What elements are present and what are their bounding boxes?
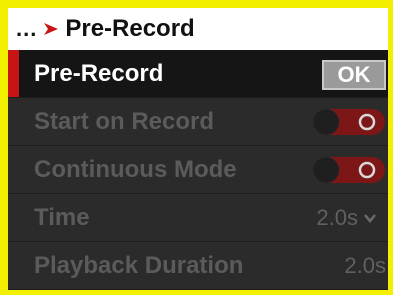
selection-accent <box>8 50 19 97</box>
breadcrumb-back[interactable]: ... <box>16 16 37 42</box>
menu-row-continuous-mode[interactable]: Continuous Mode <box>8 146 388 194</box>
ok-button[interactable]: OK <box>322 60 386 90</box>
menu-row-time[interactable]: Time 2.0s <box>8 194 388 242</box>
row-label: Continuous Mode <box>34 155 237 183</box>
row-label: Playback Duration <box>34 251 244 279</box>
menu-row-start-on-record[interactable]: Start on Record <box>8 98 388 146</box>
menu-row-playback-duration[interactable]: Playback Duration 2.0s <box>8 242 388 290</box>
time-value: 2.0s <box>316 204 358 230</box>
row-label: Pre-Record <box>34 59 164 87</box>
time-dropdown[interactable]: 2.0s <box>316 205 376 231</box>
chevron-down-icon <box>364 213 376 223</box>
start-on-record-toggle[interactable] <box>312 108 386 136</box>
menu-row-pre-record[interactable]: Pre-Record OK <box>8 50 388 98</box>
continuous-mode-toggle[interactable] <box>312 156 386 184</box>
chevron-right-icon <box>43 21 59 37</box>
row-label: Start on Record <box>34 107 215 135</box>
row-label: Time <box>34 203 90 231</box>
menu-header: ... Pre-Record <box>8 8 388 50</box>
playback-duration-value: 2.0s <box>344 252 386 278</box>
page-title: Pre-Record <box>65 15 195 42</box>
pre-record-menu: ... Pre-Record Pre-Record OK Start on Re… <box>8 8 388 290</box>
